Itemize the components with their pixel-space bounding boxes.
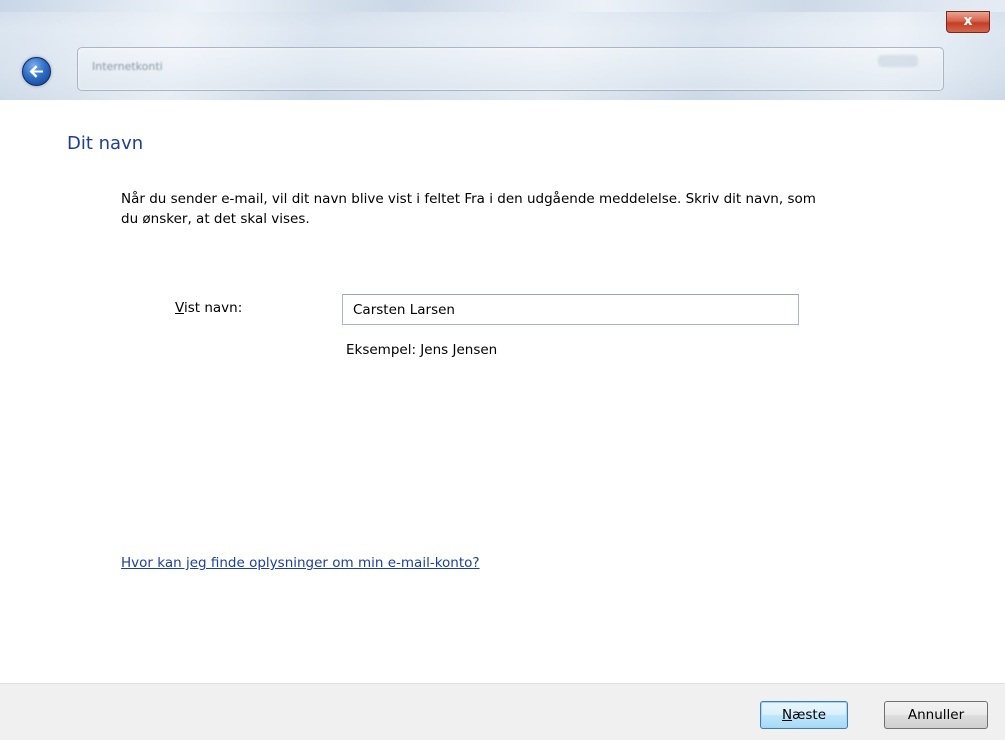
wizard-window: x Internetkonti Dit navn Når du sender e…	[0, 0, 1005, 740]
display-name-label-accesskey: V	[175, 300, 184, 316]
glass-strip	[0, 0, 1005, 12]
display-name-label: Vist navn:	[175, 300, 242, 316]
address-text: Internetkonti	[92, 60, 163, 73]
button-bar: Næste Annuller	[0, 683, 1005, 740]
back-arrow-icon	[29, 65, 43, 78]
cancel-button[interactable]: Annuller	[884, 701, 988, 729]
page-title: Dit navn	[67, 133, 144, 154]
description-text: Når du sender e-mail, vil dit navn blive…	[121, 191, 816, 227]
back-button[interactable]	[22, 57, 51, 86]
close-icon: x	[963, 13, 973, 29]
display-name-input[interactable]	[342, 294, 799, 325]
address-bar: Internetkonti	[77, 47, 944, 91]
close-button[interactable]: x	[946, 11, 990, 33]
cancel-button-label: Annuller	[907, 707, 965, 723]
title-bar: x Internetkonti	[0, 0, 1005, 101]
wizard-content: Dit navn Når du sender e-mail, vil dit n…	[0, 100, 1005, 683]
address-ghost	[878, 55, 918, 67]
next-button-label: æste	[792, 707, 826, 723]
next-button-accesskey: N	[782, 707, 793, 723]
display-name-label-text: ist navn:	[183, 300, 243, 316]
help-link[interactable]: Hvor kan jeg finde oplysninger om min e-…	[121, 555, 480, 571]
example-text: Eksempel: Jens Jensen	[346, 342, 498, 358]
next-button[interactable]: Næste	[760, 701, 848, 729]
